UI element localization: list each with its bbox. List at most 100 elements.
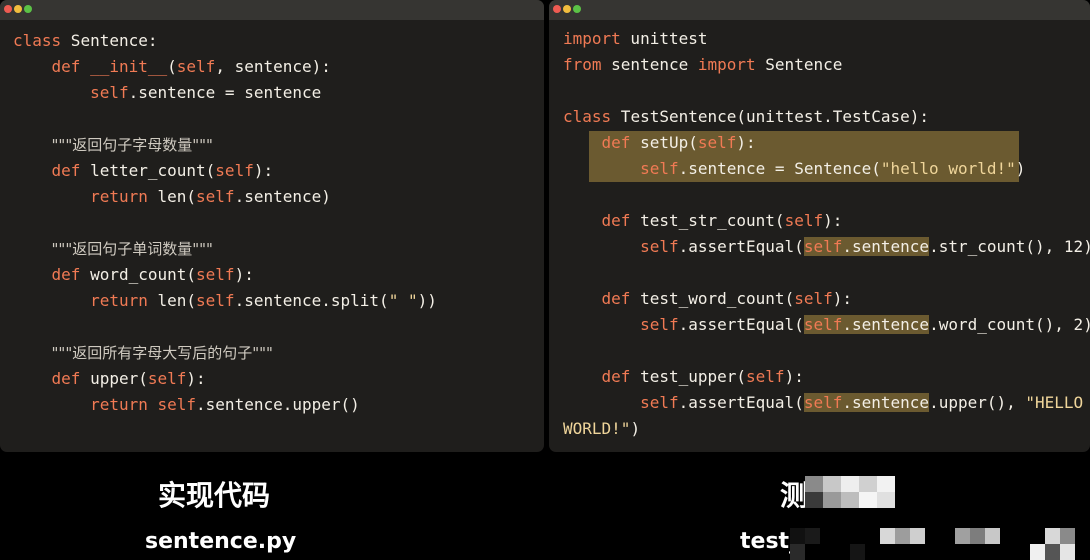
code-token: """返回句子字母数量""" xyxy=(51,136,213,154)
code-token: def xyxy=(601,289,631,308)
code-token: def xyxy=(51,369,81,388)
code-token: test_str_count( xyxy=(630,211,785,230)
code-line: class Sentence: xyxy=(13,28,437,54)
code-token: .upper(), xyxy=(929,393,1026,412)
code-token: unittest xyxy=(620,29,708,48)
window-titlebar xyxy=(549,0,1090,20)
code-token: self xyxy=(90,83,129,102)
caption-left-file: sentence.py xyxy=(145,529,297,554)
blur-mosaic xyxy=(790,528,1090,560)
code-token: .sentence xyxy=(842,237,930,256)
code-token: self xyxy=(794,289,833,308)
code-token: import xyxy=(697,55,756,74)
code-token: .assertEqual( xyxy=(678,393,804,412)
code-token: test_upper( xyxy=(630,367,747,386)
code-line: def __init__(self, sentence): xyxy=(13,54,437,80)
code-token: test_word_count( xyxy=(630,289,795,308)
code-token: .sentence.upper() xyxy=(196,395,360,414)
code-token: return xyxy=(90,291,148,310)
code-token: ): xyxy=(186,369,206,388)
code-line: """返回句子单词数量""" xyxy=(13,236,437,262)
code-window-left: class Sentence: def __init__(self, sente… xyxy=(0,0,544,452)
code-token: def xyxy=(601,211,631,230)
code-token: letter_count( xyxy=(80,161,216,180)
code-token: len( xyxy=(147,291,197,310)
code-token: def xyxy=(51,57,81,76)
code-line: from sentence import Sentence xyxy=(563,52,1090,78)
code-token: sentence xyxy=(601,55,698,74)
code-token: self xyxy=(803,237,843,256)
code-token: self xyxy=(784,211,824,230)
code-editor[interactable]: import unittest from sentence import Sent… xyxy=(563,26,1090,442)
code-line: def upper(self): xyxy=(13,366,437,392)
code-token: WORLD!" xyxy=(563,419,631,438)
code-token: setUp( xyxy=(630,133,698,152)
code-token: len( xyxy=(147,187,197,206)
code-token: .sentence = Sentence( xyxy=(678,159,881,178)
code-token: def xyxy=(51,265,81,284)
caption-left-title: 实现代码 xyxy=(158,479,271,512)
code-token: ): xyxy=(784,367,804,386)
code-token: .sentence) xyxy=(234,187,331,206)
code-line: import unittest xyxy=(563,26,1090,52)
code-token: self xyxy=(803,393,843,412)
code-token: ): xyxy=(736,133,756,152)
code-window-right: import unittest from sentence import Sent… xyxy=(549,0,1090,452)
code-token: from xyxy=(563,55,602,74)
code-token: self xyxy=(697,133,737,152)
window-titlebar xyxy=(0,0,544,20)
code-token: TestSentence(unittest.TestCase): xyxy=(611,107,930,126)
code-token: .str_count(), 12) xyxy=(929,237,1090,256)
code-line: def word_count(self): xyxy=(13,262,437,288)
code-line: self.sentence = Sentence("hello world!") xyxy=(563,156,1090,182)
close-dot-icon[interactable] xyxy=(553,5,561,13)
code-token: ) xyxy=(630,419,641,438)
minimize-dot-icon[interactable] xyxy=(563,5,571,13)
code-line: self.assertEqual(self.sentence.str_count… xyxy=(563,234,1090,260)
code-token: .sentence = sentence xyxy=(128,83,322,102)
code-token: "HELLO xyxy=(1025,393,1084,412)
code-line: self.assertEqual(self.sentence.upper(), … xyxy=(563,390,1090,416)
code-token: def xyxy=(601,133,631,152)
code-token: upper( xyxy=(80,369,148,388)
code-token: word_count( xyxy=(80,265,197,284)
code-token: self xyxy=(196,265,235,284)
minimize-dot-icon[interactable] xyxy=(14,5,22,13)
code-token: class xyxy=(563,107,612,126)
code-token: self xyxy=(640,393,679,412)
code-token: self xyxy=(176,57,216,76)
code-line: """返回所有字母大写后的句子""" xyxy=(13,340,437,366)
blur-mosaic xyxy=(805,476,895,508)
code-token: "hello world!" xyxy=(880,159,1016,178)
caption-right-title: 测 xyxy=(780,479,809,512)
code-token: return xyxy=(90,187,148,206)
code-line: return len(self.sentence.split(" ")) xyxy=(13,288,437,314)
code-token: ): xyxy=(832,289,852,308)
code-token: self xyxy=(147,369,187,388)
code-token: return xyxy=(90,395,148,414)
maximize-dot-icon[interactable] xyxy=(573,5,581,13)
code-token: ) xyxy=(1015,159,1026,178)
close-dot-icon[interactable] xyxy=(4,5,12,13)
maximize-dot-icon[interactable] xyxy=(24,5,32,13)
code-line: def setUp(self): xyxy=(563,130,1090,156)
code-token: .assertEqual( xyxy=(678,237,804,256)
code-editor[interactable]: class Sentence: def __init__(self, sente… xyxy=(13,28,437,418)
